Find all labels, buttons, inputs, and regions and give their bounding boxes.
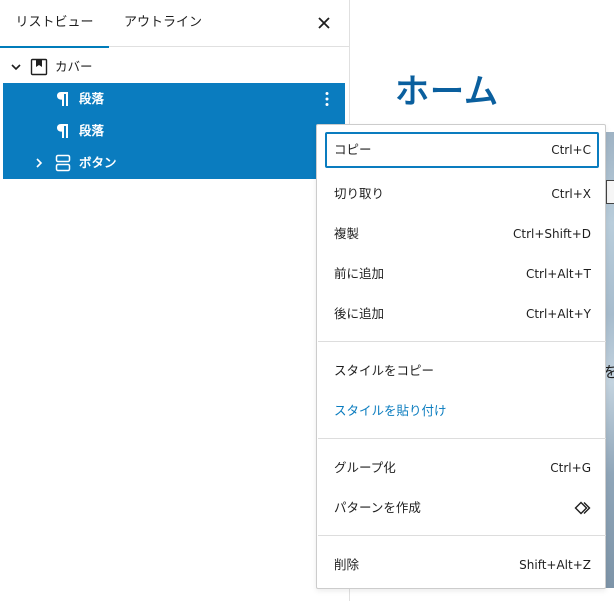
block-options-button[interactable] [318, 90, 336, 108]
menu-item-label: スタイルをコピー [334, 363, 435, 378]
menu-item-shortcut: Shift+Alt+Z [519, 558, 591, 572]
menu-item-create-pattern[interactable]: パターンを作成 [325, 490, 599, 526]
menu-item-label: コピー [334, 142, 372, 157]
menu-item-label: 前に追加 [334, 266, 385, 281]
list-item-label: ボタン [79, 155, 117, 170]
menu-item-copy-styles[interactable]: スタイルをコピー [325, 353, 599, 389]
menu-item-shortcut: Ctrl+C [551, 143, 591, 157]
menu-item-label: スタイルを貼り付け [334, 403, 447, 418]
list-item-label: 段落 [79, 91, 105, 106]
list-view-sidebar: リストビュー アウトライン カバー 段落 段落 ボタン [0, 0, 350, 601]
block-options-menu: コピー Ctrl+C 切り取り Ctrl+X 複製 Ctrl+Shift+D 前… [316, 124, 606, 589]
menu-divider [318, 341, 606, 342]
paragraph-icon [53, 89, 73, 109]
menu-item-shortcut: Ctrl+X [551, 187, 591, 201]
menu-item-label: 削除 [334, 557, 360, 572]
menu-item-duplicate[interactable]: 複製 Ctrl+Shift+D [325, 216, 599, 252]
cover-block-icon [29, 57, 49, 77]
menu-item-paste-styles[interactable]: スタイルを貼り付け [325, 393, 599, 429]
page-title[interactable]: ホーム [395, 64, 499, 113]
list-item-paragraph[interactable]: 段落 [3, 83, 345, 115]
menu-item-label: パターンを作成 [334, 500, 421, 515]
tab-list-view[interactable]: リストビュー [0, 0, 109, 48]
menu-divider [318, 438, 606, 439]
menu-item-shortcut: Ctrl+Alt+Y [525, 307, 591, 321]
menu-item-label: 後に追加 [334, 306, 385, 321]
chevron-down-icon[interactable] [9, 60, 23, 74]
menu-item-label: 切り取り [334, 186, 385, 201]
menu-item-shortcut: Ctrl+Alt+T [525, 267, 591, 281]
list-item-label: 段落 [79, 123, 105, 138]
menu-item-insert-before[interactable]: 前に追加 Ctrl+Alt+T [325, 256, 599, 292]
menu-item-label: 複製 [334, 226, 360, 241]
menu-item-label: グループ化 [334, 460, 396, 475]
list-item-paragraph[interactable]: 段落 [3, 115, 345, 147]
menu-item-group[interactable]: グループ化 Ctrl+G [325, 450, 599, 486]
close-button[interactable] [313, 12, 335, 34]
list-item-label: カバー [55, 59, 93, 74]
sidebar-tabs: リストビュー アウトライン [0, 0, 349, 48]
menu-item-copy[interactable]: コピー Ctrl+C [325, 132, 599, 168]
chevron-right-icon[interactable] [32, 156, 46, 170]
menu-item-cut[interactable]: 切り取り Ctrl+X [325, 176, 599, 212]
menu-item-insert-after[interactable]: 後に追加 Ctrl+Alt+Y [325, 296, 599, 332]
buttons-block-icon [53, 153, 73, 173]
list-item-cover[interactable]: カバー [3, 51, 345, 83]
menu-item-delete[interactable]: 削除 Shift+Alt+Z [325, 547, 599, 583]
menu-item-shortcut: Ctrl+Shift+D [513, 227, 591, 241]
more-vertical-icon [325, 92, 329, 106]
paragraph-icon [53, 121, 73, 141]
close-icon [318, 17, 330, 29]
cover-button-preview[interactable] [606, 180, 614, 204]
menu-divider [318, 535, 606, 536]
list-item-buttons[interactable]: ボタン [3, 147, 345, 179]
menu-item-shortcut: Ctrl+G [550, 461, 591, 475]
tab-outline[interactable]: アウトライン [124, 0, 206, 47]
symbol-icon [573, 498, 593, 518]
